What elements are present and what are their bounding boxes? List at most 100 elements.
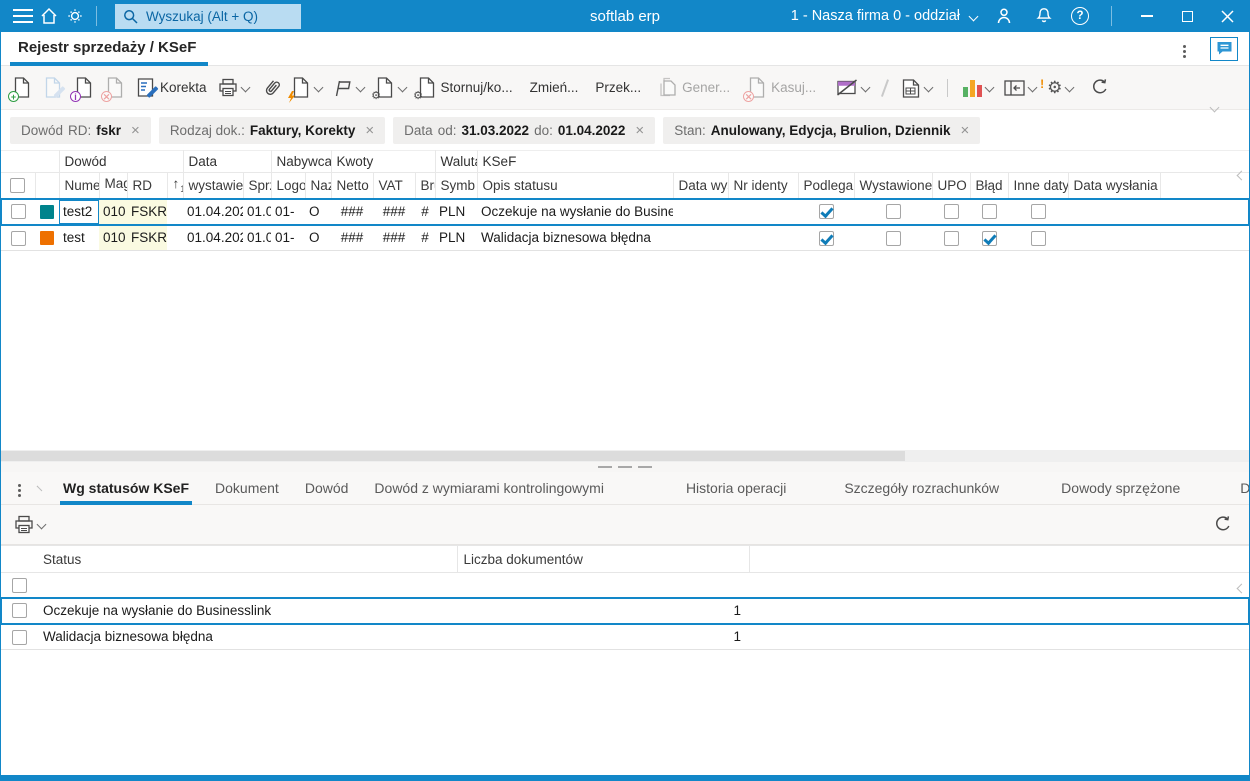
column-header-sprzedazy[interactable]: Sprzedaży: [243, 172, 272, 199]
upo-checkbox[interactable]: [943, 204, 959, 220]
upo-checkbox[interactable]: [943, 230, 959, 246]
remove-filter-icon[interactable]: ×: [635, 123, 644, 138]
cell-numer[interactable]: test2: [59, 197, 99, 226]
cell-nazwa[interactable]: O: [305, 197, 332, 226]
search-box[interactable]: [115, 3, 301, 29]
cell-blad[interactable]: [970, 224, 1009, 251]
table-row[interactable]: test2 010 FSKR 01.04.2022 01.04.2022 01-…: [0, 197, 1250, 226]
edit-document-button[interactable]: [43, 76, 66, 99]
cell-wystawione[interactable]: [854, 224, 933, 251]
cell-podlega[interactable]: [798, 224, 855, 251]
podlega-checkbox[interactable]: [818, 204, 834, 220]
column-header-inne-daty[interactable]: Inne daty: [1008, 172, 1069, 199]
scrollbar-thumb[interactable]: [0, 451, 905, 461]
cell-liczba-dokumentow[interactable]: 1: [457, 623, 749, 650]
help-icon[interactable]: ?: [1071, 7, 1089, 25]
column-header-data-wyslania[interactable]: Data wysłania: [1068, 172, 1161, 199]
cell-inne-daty[interactable]: [1008, 197, 1069, 226]
cell-status-color[interactable]: [35, 197, 59, 226]
no-email-button[interactable]: [837, 79, 871, 96]
print-button[interactable]: [14, 515, 47, 534]
tab-dowod-z-wymiarami[interactable]: Dowód z wymiarami kontrolingowymi: [361, 472, 617, 505]
refresh-button[interactable]: [1090, 78, 1109, 97]
cell-brutto[interactable]: #: [415, 224, 436, 251]
chart-button[interactable]: [963, 79, 995, 97]
group-header-dowod[interactable]: Dowód: [59, 150, 184, 173]
cell-inne-daty[interactable]: [1008, 224, 1069, 251]
new-document-button[interactable]: +: [8, 76, 32, 102]
column-header-sort[interactable]: ↑1: [167, 172, 184, 199]
remove-filter-icon[interactable]: ×: [365, 123, 374, 138]
column-header-status[interactable]: Status: [37, 545, 458, 573]
cell-netto[interactable]: ###: [331, 224, 374, 251]
group-header-nabywca[interactable]: Nabywca: [271, 150, 332, 173]
wystawione-checkbox[interactable]: [885, 230, 901, 246]
cell-mag[interactable]: 010: [99, 197, 127, 226]
blad-checkbox[interactable]: [981, 230, 997, 246]
delete-document-button[interactable]: ✕: [101, 76, 125, 102]
form-view-button[interactable]: [901, 77, 934, 98]
attachments-button[interactable]: [264, 78, 280, 98]
search-input[interactable]: [144, 7, 284, 25]
column-header-nazwa[interactable]: Nazwa: [305, 172, 332, 199]
remove-filter-icon[interactable]: ×: [131, 123, 140, 138]
inne-daty-checkbox[interactable]: [1030, 204, 1046, 220]
przekaz-button[interactable]: Przek...: [595, 80, 641, 95]
table-row[interactable]: Oczekuje na wysłanie do Businesslink 1: [0, 596, 1250, 625]
tab-szczegoly-rozrachunkow[interactable]: Szczegóły rozrachunków: [831, 472, 1012, 505]
table-row[interactable]: Walidacja biznesowa błędna 1: [1, 623, 1249, 650]
cell-data-wyst[interactable]: [673, 197, 729, 226]
cell-sprzedazy[interactable]: 01.04.2022: [243, 224, 272, 251]
side-panel-button[interactable]: [1004, 79, 1038, 96]
cell-rd[interactable]: FSKR: [127, 224, 167, 251]
inne-daty-checkbox[interactable]: [1030, 230, 1046, 246]
column-header-brutto[interactable]: Brutto: [415, 172, 436, 199]
cell-wystawienia[interactable]: 01.04.2022: [183, 224, 244, 251]
cell-netto[interactable]: ###: [331, 197, 374, 226]
cell-opis-statusu[interactable]: Walidacja biznesowa błędna: [477, 224, 674, 251]
blad-checkbox[interactable]: [981, 204, 997, 220]
cell-symbol[interactable]: PLN: [435, 224, 478, 251]
cell-status[interactable]: Oczekuje na wysłanie do Businesslink: [37, 596, 457, 625]
remove-filter-icon[interactable]: ×: [961, 123, 970, 138]
cell-status-color[interactable]: [35, 224, 59, 251]
scroll-tabs-left-icon[interactable]: [36, 485, 43, 491]
cell-brutto[interactable]: #: [415, 197, 436, 226]
generuj-button[interactable]: Gener...: [658, 77, 730, 99]
cell-upo[interactable]: [932, 224, 971, 251]
row-checkbox[interactable]: [11, 204, 26, 220]
column-header-podlega[interactable]: Podlega: [798, 172, 855, 199]
cell-vat[interactable]: ###: [373, 224, 416, 251]
flag-button[interactable]: [333, 78, 365, 98]
column-header-upo[interactable]: UPO: [932, 172, 971, 199]
user-icon[interactable]: [991, 3, 1017, 29]
column-header-symbol[interactable]: Symb: [435, 172, 478, 199]
column-header-wystawienia[interactable]: wystawienia: [183, 172, 244, 199]
home-icon[interactable]: [36, 3, 62, 29]
cell-logo[interactable]: 01-: [271, 224, 306, 251]
podlega-checkbox[interactable]: [818, 230, 834, 246]
cell-symbol[interactable]: PLN: [435, 197, 478, 226]
cell-podlega[interactable]: [798, 197, 855, 226]
close-button[interactable]: [1214, 3, 1240, 29]
cell-sprzedazy[interactable]: 01.04.2022: [243, 197, 272, 226]
tab-dowody-sprzezone[interactable]: Dowody sprzężone: [1048, 472, 1193, 505]
tab-historia-operacji[interactable]: Historia operacji: [673, 472, 799, 505]
grid-settings-button[interactable]: ! ⚙: [1040, 77, 1075, 96]
document-info-button[interactable]: i: [70, 76, 94, 102]
select-all-checkbox[interactable]: [11, 577, 27, 593]
column-header-mag[interactable]: Mag2: [99, 172, 128, 199]
column-header-nr-ident[interactable]: Nr identy: [728, 172, 799, 199]
column-header-data-wyst[interactable]: Data wyst: [673, 172, 729, 199]
zmien-button[interactable]: Zmień...: [530, 80, 579, 95]
column-header-liczba-dokumentow[interactable]: Liczba dokumentów: [457, 545, 750, 573]
company-selector[interactable]: 1 - Nasza firma 0 - oddział: [791, 8, 979, 24]
filter-chip-rodzaj-dok[interactable]: Rodzaj dok.: Faktury, Korekty ×: [158, 116, 386, 144]
column-header-wystawione[interactable]: Wystawione: [854, 172, 933, 199]
tab-dodatkowe-dane[interactable]: Dodatkowe da: [1227, 472, 1250, 505]
cell-numer[interactable]: test: [59, 224, 99, 251]
column-header-status-color[interactable]: [35, 172, 60, 199]
cell-sort[interactable]: [167, 224, 184, 251]
lightbulb-icon[interactable]: [62, 3, 88, 29]
tab-dokument[interactable]: Dokument: [202, 472, 292, 505]
